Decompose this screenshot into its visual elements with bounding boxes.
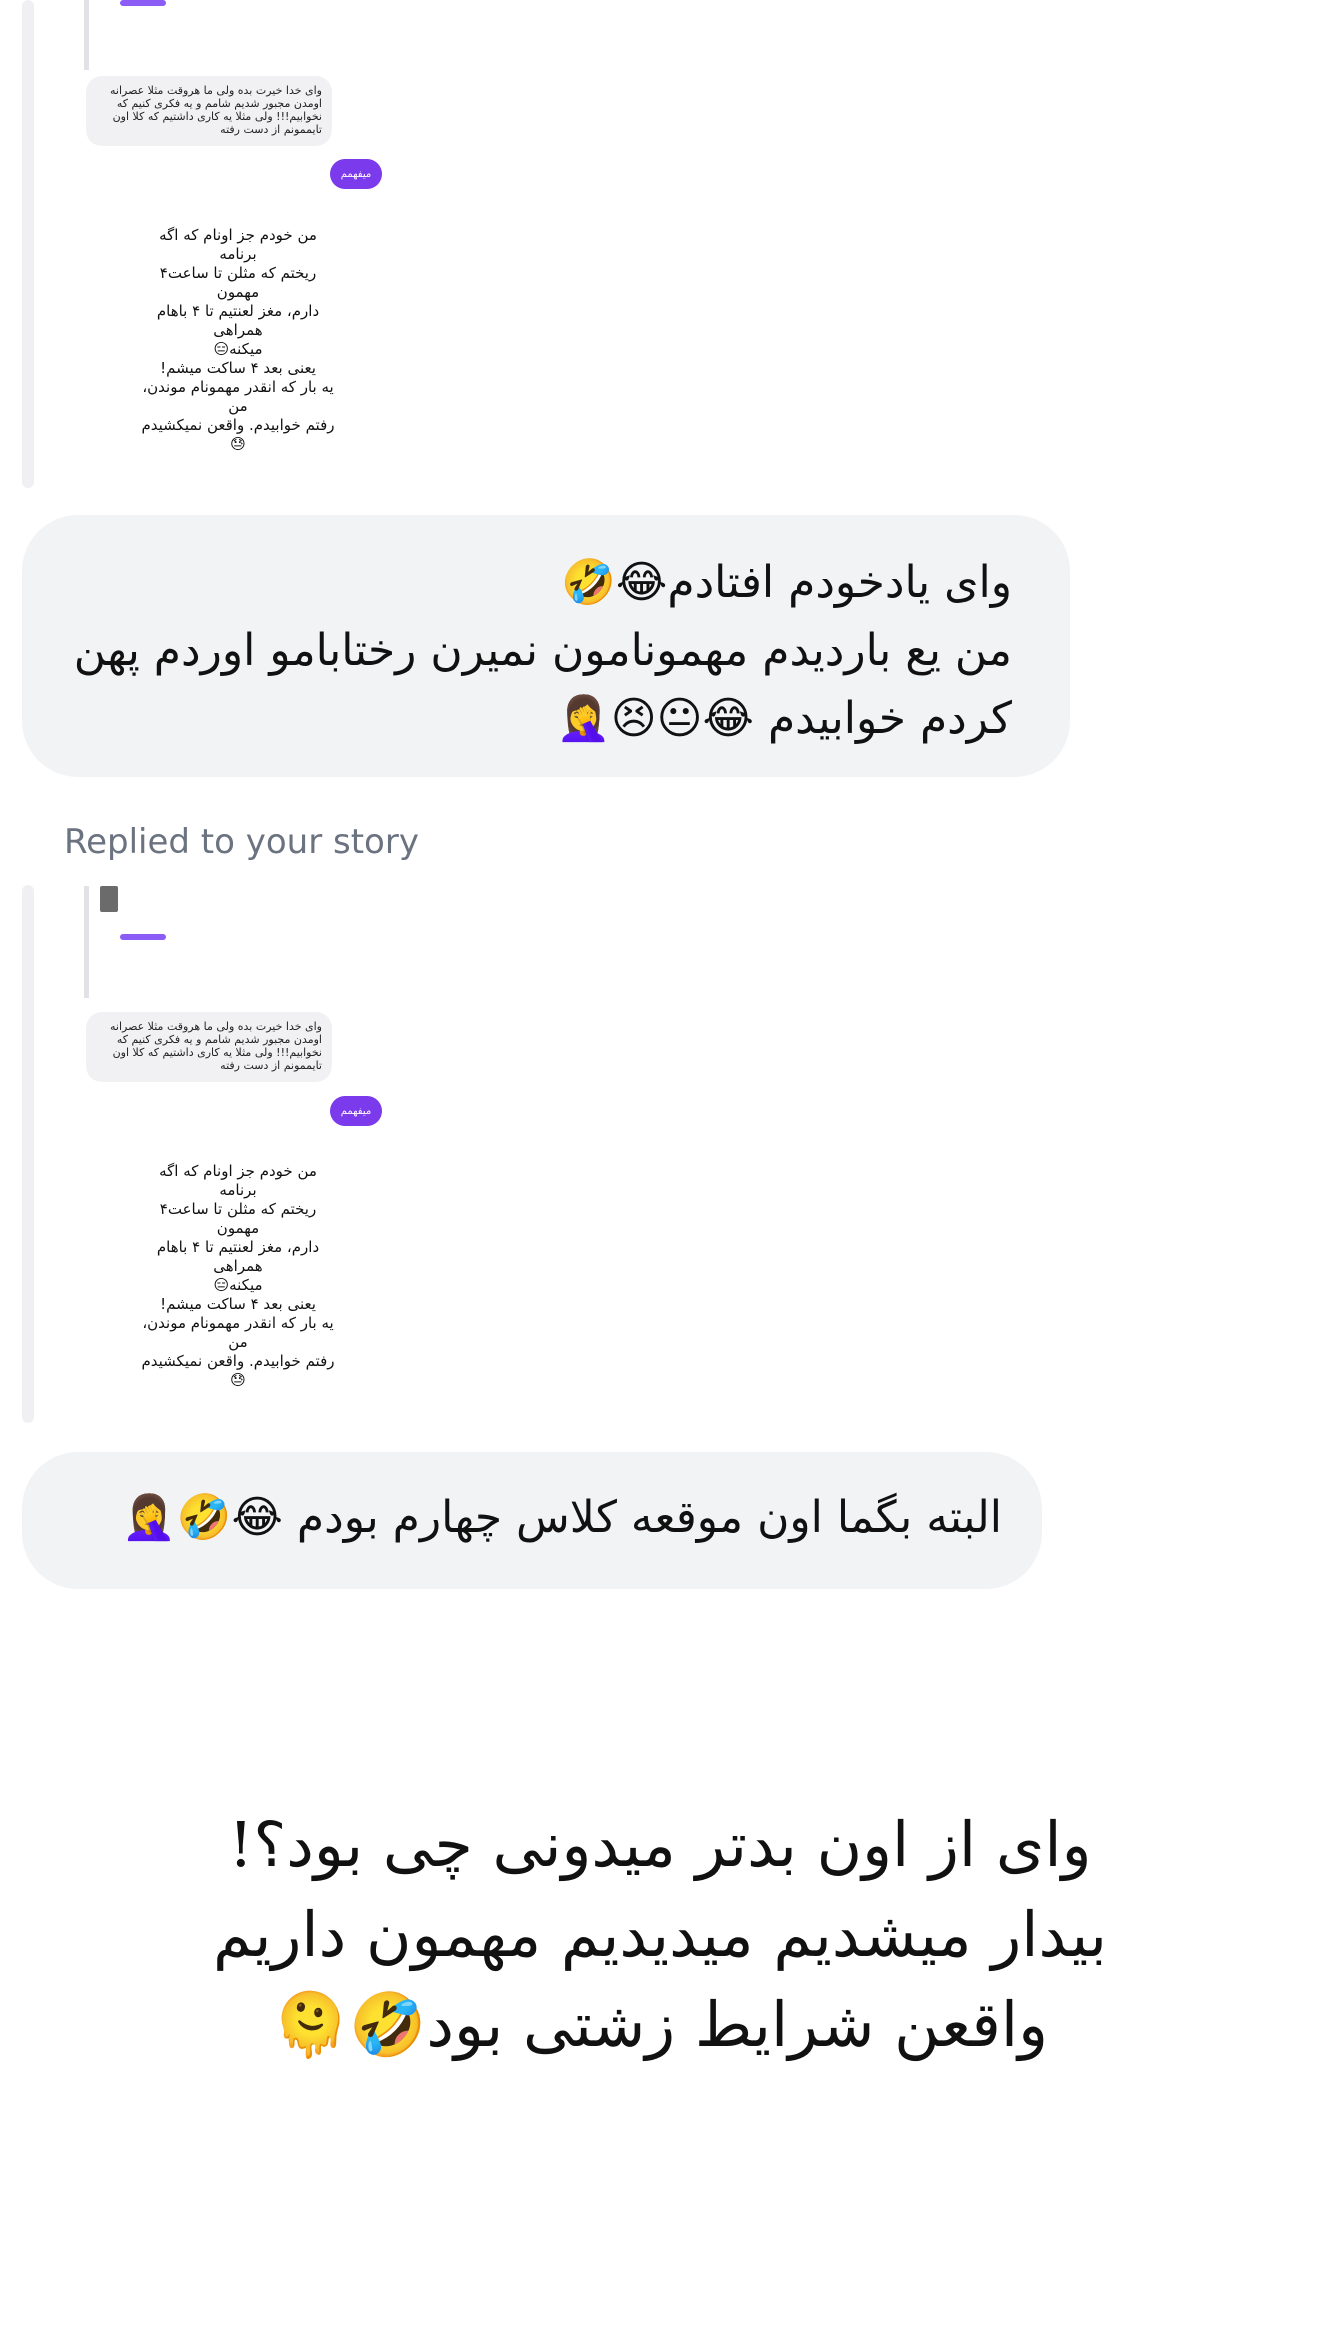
story-body-text: من خودم جز اونام که اگه برنامه ریختم که … xyxy=(140,226,336,454)
story-reply-bubble: وای خدا خیرت بده ولی ما هروقت مثلا عصران… xyxy=(86,76,332,146)
story-body-line: ریختم که مثلن تا ساعت۴ مهمون xyxy=(159,264,317,301)
story-body-line: میکنه😑 xyxy=(213,340,263,358)
story-reply-bubble: وای خدا خیرت بده ولی ما هروقت مثلا عصران… xyxy=(86,1012,332,1082)
message-bubble[interactable]: البته بگما اون موقعه کلاس چهارم بودم 😂🤣🤦… xyxy=(22,1452,1042,1589)
message-line: من یع باردیدم مهمونامون نمیرن رختابامو ا… xyxy=(73,625,1012,676)
story-reply-bar xyxy=(22,0,34,488)
message-line: وای یادخودم افتادم😂🤣 xyxy=(561,557,1012,608)
story-body-line: یه بار که انقدر مهمونام موندن، من xyxy=(142,378,334,415)
caption-line: بیدار میشدیم میدیدیم مهمون داریم xyxy=(212,1898,1108,1971)
replied-to-story-label: Replied to your story xyxy=(64,822,419,862)
story-reply-bar xyxy=(22,885,34,1423)
story-purple-strip xyxy=(120,934,166,940)
story-body-line: ریختم که مثلن تا ساعت۴ مهمون xyxy=(159,1200,317,1237)
message-text: البته بگما اون موقعه کلاس چهارم بودم 😂🤣🤦… xyxy=(121,1492,1002,1543)
story-body-line: دارم، مغز لعنتیم تا ۴ باهام همراهی xyxy=(156,302,320,339)
message-bubble[interactable]: وای یادخودم افتادم😂🤣 من یع باردیدم مهمون… xyxy=(22,515,1070,777)
story-pill: میفهمم xyxy=(330,1096,382,1126)
story-pill: میفهمم xyxy=(330,159,382,189)
story-body-line: یعنی بعد ۴ ساکت میشم! xyxy=(160,1295,316,1313)
caption-line: وای از اون بدتر میدونی چی بود؟! xyxy=(228,1808,1092,1881)
story-thread-line xyxy=(84,886,89,998)
story-body-line: دارم، مغز لعنتیم تا ۴ باهام همراهی xyxy=(156,1238,320,1275)
story-body-line: یعنی بعد ۴ ساکت میشم! xyxy=(160,359,316,377)
story-body-line: رفتم خوابیدم. واقعن نمیکشیدم😓 xyxy=(141,1352,335,1389)
caption-line: واقعن شرایط زشتی بود🤣🫠 xyxy=(271,1988,1049,2061)
story-thread-line xyxy=(84,0,89,70)
story-body-line: من خودم جز اونام که اگه برنامه xyxy=(159,226,317,263)
story-body-line: یه بار که انقدر مهمونام موندن، من xyxy=(142,1314,334,1351)
story-body-line: میکنه😑 xyxy=(213,1276,263,1294)
story-purple-strip xyxy=(120,0,166,6)
story-body-line: رفتم خوابیدم. واقعن نمیکشیدم😓 xyxy=(141,416,335,453)
story-body-line: من خودم جز اونام که اگه برنامه xyxy=(159,1162,317,1199)
story-caption: وای از اون بدتر میدونی چی بود؟! بیدار می… xyxy=(140,1800,1180,2070)
story-thumbnail xyxy=(100,886,118,912)
message-line: کردم خوابیدم 😂😐😣🤦‍♀️ xyxy=(556,693,1012,744)
story-body-text: من خودم جز اونام که اگه برنامه ریختم که … xyxy=(140,1162,336,1390)
